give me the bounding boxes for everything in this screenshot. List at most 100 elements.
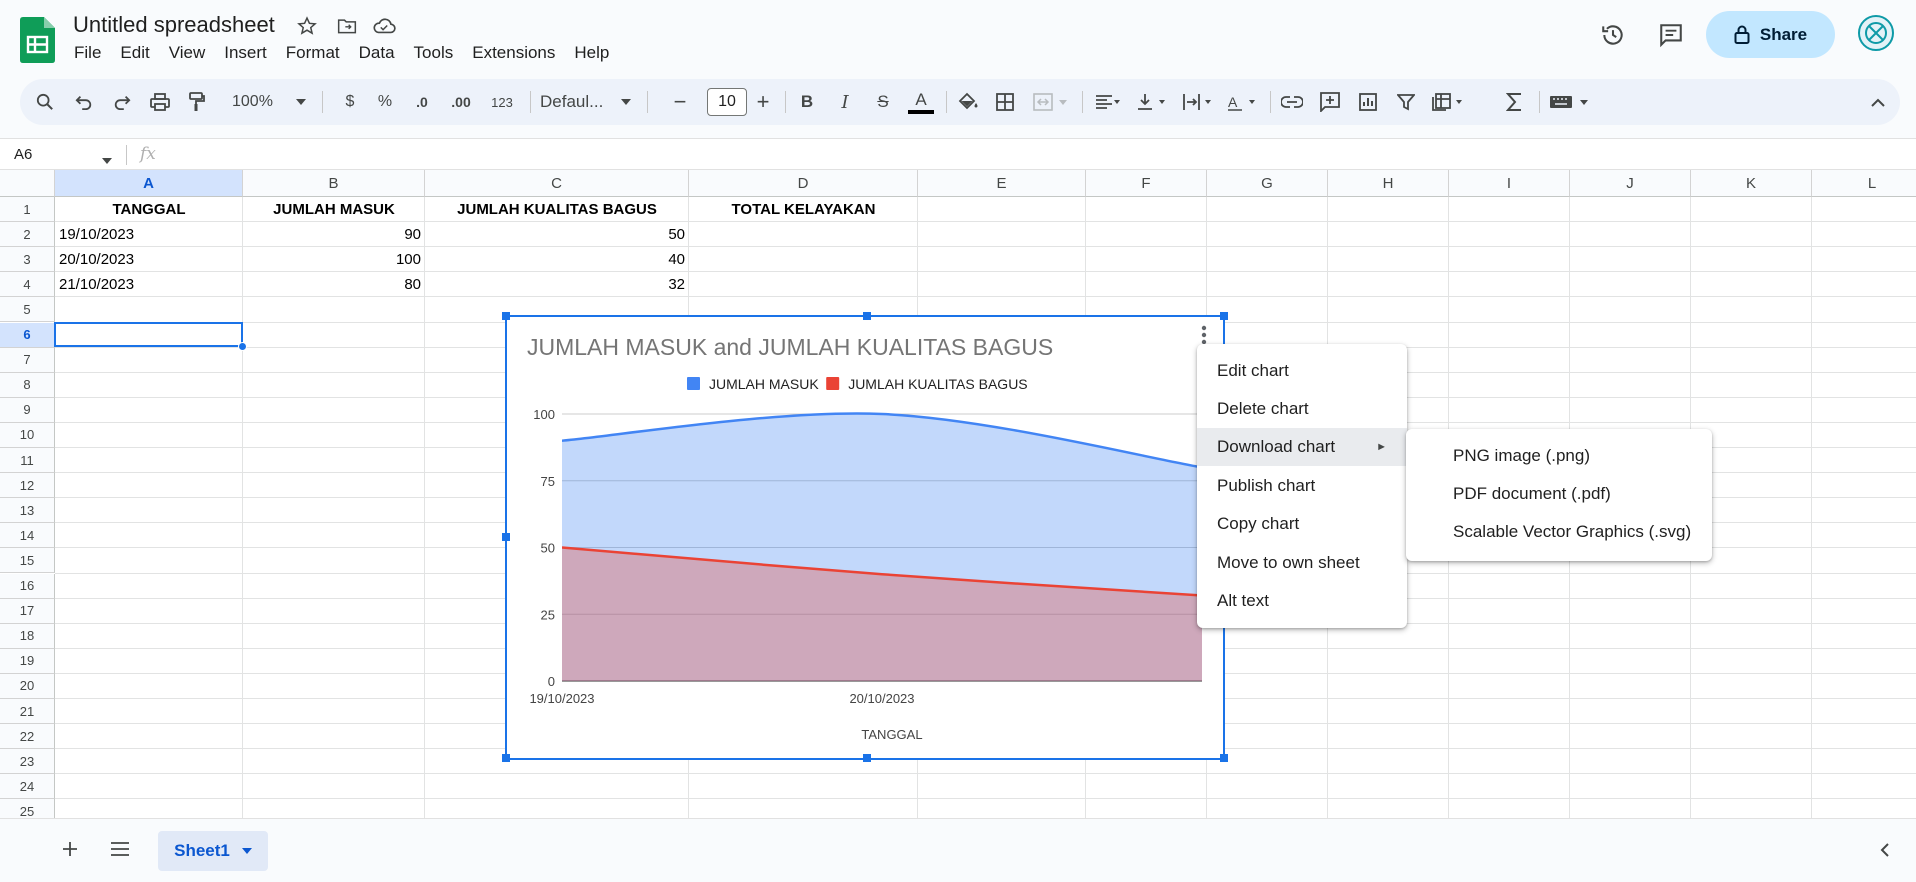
borders-icon[interactable] xyxy=(990,79,1020,125)
cell-C4[interactable]: 32 xyxy=(425,276,685,293)
menu-item-delete-chart[interactable]: Delete chart xyxy=(1197,390,1407,428)
row-header-20[interactable]: 20 xyxy=(0,673,55,699)
row-header-21[interactable]: 21 xyxy=(0,699,55,725)
vertical-align-icon[interactable] xyxy=(1128,79,1178,125)
row-header-18[interactable]: 18 xyxy=(0,623,55,649)
menu-item-download-chart[interactable]: Download chart ► xyxy=(1197,428,1407,466)
row-header-6[interactable]: 6 xyxy=(0,322,55,348)
column-header-G[interactable]: G xyxy=(1207,170,1328,197)
decrease-decimal-button[interactable]: .0 xyxy=(407,79,437,125)
download-pdf-item[interactable]: PDF document (.pdf) xyxy=(1406,475,1712,513)
column-header-J[interactable]: J xyxy=(1570,170,1691,197)
menu-item-copy-chart[interactable]: Copy chart xyxy=(1197,505,1407,543)
row-header-17[interactable]: 17 xyxy=(0,598,55,624)
version-history-icon[interactable] xyxy=(1599,21,1627,49)
column-header-B[interactable]: B xyxy=(243,170,425,197)
cell-A1[interactable]: TANGGAL xyxy=(55,201,243,218)
collapse-sidebar-icon[interactable] xyxy=(1880,842,1890,863)
chart-resize-handle-tr[interactable] xyxy=(1220,312,1228,320)
horizontal-align-icon[interactable] xyxy=(1077,79,1127,125)
row-header-22[interactable]: 22 xyxy=(0,724,55,750)
print-icon[interactable] xyxy=(145,79,175,125)
increase-decimal-button[interactable]: .00 xyxy=(444,79,478,125)
column-header-F[interactable]: F xyxy=(1086,170,1207,197)
chart-resize-handle-t[interactable] xyxy=(863,312,871,320)
font-family-select[interactable]: Defaul... xyxy=(540,79,630,125)
row-header-5[interactable]: 5 xyxy=(0,297,55,323)
text-color-button[interactable]: A xyxy=(906,79,936,125)
zoom-select[interactable]: 100% xyxy=(232,79,280,125)
cell-B2[interactable]: 90 xyxy=(243,226,421,243)
row-header-15[interactable]: 15 xyxy=(0,548,55,574)
column-header-L[interactable]: L xyxy=(1812,170,1916,197)
selected-cell-A6[interactable] xyxy=(54,322,243,347)
embedded-chart[interactable]: JUMLAH MASUK and JUMLAH KUALITAS BAGUS JU… xyxy=(502,312,1228,762)
select-all-corner[interactable] xyxy=(0,170,55,197)
sheet-tab-sheet1[interactable]: Sheet1 xyxy=(158,831,268,871)
text-rotation-icon[interactable]: A xyxy=(1218,79,1268,125)
cell-A4[interactable]: 21/10/2023 xyxy=(59,276,134,293)
currency-format-button[interactable]: $ xyxy=(338,79,362,125)
row-header-11[interactable]: 11 xyxy=(0,448,55,474)
cell-A2[interactable]: 19/10/2023 xyxy=(59,226,134,243)
zoom-dropdown-icon[interactable] xyxy=(295,79,307,125)
menu-data[interactable]: Data xyxy=(359,43,395,63)
font-dropdown-icon[interactable] xyxy=(620,79,632,125)
sheets-logo-icon[interactable] xyxy=(20,17,55,63)
fill-handle[interactable] xyxy=(238,342,247,351)
input-tools-icon[interactable] xyxy=(1546,79,1596,125)
cell-B3[interactable]: 100 xyxy=(243,251,421,268)
insert-chart-icon[interactable] xyxy=(1353,79,1383,125)
menu-format[interactable]: Format xyxy=(286,43,340,63)
cell-C2[interactable]: 50 xyxy=(425,226,685,243)
row-header-4[interactable]: 4 xyxy=(0,272,55,298)
column-header-H[interactable]: H xyxy=(1328,170,1449,197)
menu-view[interactable]: View xyxy=(169,43,206,63)
merge-cells-icon[interactable] xyxy=(1028,79,1074,125)
row-header-12[interactable]: 12 xyxy=(0,473,55,499)
column-header-D[interactable]: D xyxy=(689,170,918,197)
fill-color-icon[interactable] xyxy=(953,79,983,125)
cell-B4[interactable]: 80 xyxy=(243,276,421,293)
name-box[interactable]: A6 xyxy=(14,146,32,163)
column-header-E[interactable]: E xyxy=(918,170,1086,197)
menu-edit[interactable]: Edit xyxy=(120,43,149,63)
row-header-2[interactable]: 2 xyxy=(0,222,55,248)
bold-button[interactable]: B xyxy=(795,79,819,125)
comments-icon[interactable] xyxy=(1657,21,1685,49)
undo-icon[interactable] xyxy=(69,79,99,125)
more-formats-button[interactable]: 123 xyxy=(485,79,519,125)
menu-insert[interactable]: Insert xyxy=(224,43,267,63)
cell-A3[interactable]: 20/10/2023 xyxy=(59,251,134,268)
functions-icon[interactable] xyxy=(1499,79,1529,125)
column-header-I[interactable]: I xyxy=(1449,170,1570,197)
menu-tools[interactable]: Tools xyxy=(414,43,454,63)
cell-D1[interactable]: TOTAL KELAYAKAN xyxy=(689,201,918,218)
cell-B1[interactable]: JUMLAH MASUK xyxy=(243,201,425,218)
decrease-font-size-button[interactable]: − xyxy=(668,79,692,125)
redo-icon[interactable] xyxy=(107,79,137,125)
row-header-7[interactable]: 7 xyxy=(0,347,55,373)
column-header-K[interactable]: K xyxy=(1691,170,1812,197)
row-header-13[interactable]: 13 xyxy=(0,498,55,524)
cell-C1[interactable]: JUMLAH KUALITAS BAGUS xyxy=(425,201,689,218)
strikethrough-button[interactable]: S xyxy=(871,79,895,125)
share-button[interactable]: Share xyxy=(1706,11,1835,58)
row-header-14[interactable]: 14 xyxy=(0,523,55,549)
sheet-tab-dropdown-icon[interactable] xyxy=(241,848,252,854)
font-size-input[interactable]: 10 xyxy=(707,88,747,116)
text-wrapping-icon[interactable] xyxy=(1174,79,1224,125)
cloud-saved-icon[interactable] xyxy=(372,14,396,38)
row-header-24[interactable]: 24 xyxy=(0,774,55,800)
search-menus-icon[interactable] xyxy=(30,79,60,125)
menu-item-alt-text[interactable]: Alt text xyxy=(1197,582,1407,620)
move-folder-icon[interactable] xyxy=(335,14,359,38)
row-header-3[interactable]: 3 xyxy=(0,247,55,273)
insert-link-icon[interactable] xyxy=(1277,79,1307,125)
add-sheet-icon[interactable] xyxy=(62,841,78,862)
percent-format-button[interactable]: % xyxy=(373,79,397,125)
row-header-16[interactable]: 16 xyxy=(0,573,55,599)
paint-format-icon[interactable] xyxy=(182,79,212,125)
chart-resize-handle-br[interactable] xyxy=(1220,754,1228,762)
italic-button[interactable]: I xyxy=(833,79,857,125)
